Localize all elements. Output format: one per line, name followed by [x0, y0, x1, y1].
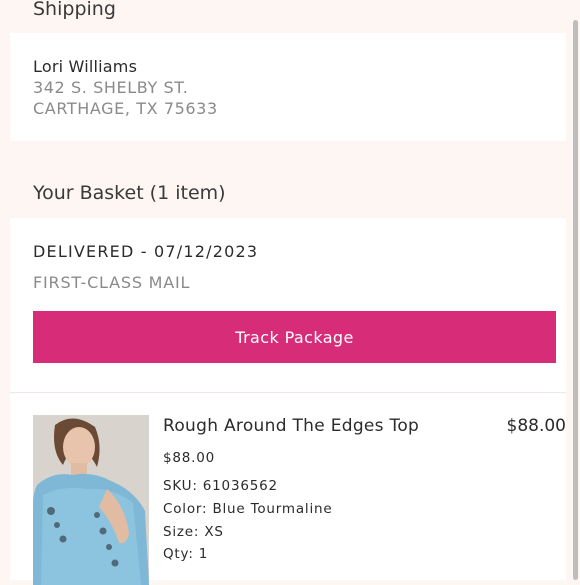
product-title[interactable]: Rough Around The Edges Top: [163, 416, 419, 436]
product-card: Rough Around The Edges Top $88.00 $88.00…: [10, 393, 566, 585]
shipping-section-header: Shipping: [10, 0, 566, 32]
recipient-name: Lori Williams: [33, 57, 138, 76]
address-line-1: 342 S. SHELBY ST.: [33, 78, 189, 97]
basket-title: Your Basket (1 item): [33, 182, 226, 204]
product-unit-price: $88.00: [163, 450, 216, 466]
product-size: Size: XS: [163, 524, 224, 540]
shipment-status-card: DELIVERED - 07/12/2023 FIRST-CLASS MAIL …: [10, 218, 566, 392]
shipping-address-card: Lori Williams 342 S. SHELBY ST. CARTHAGE…: [10, 33, 566, 141]
product-quantity: Qty: 1: [163, 546, 209, 562]
shipping-method: FIRST-CLASS MAIL: [33, 273, 191, 292]
delivery-status: DELIVERED - 07/12/2023: [33, 242, 259, 261]
track-package-button[interactable]: Track Package: [33, 311, 556, 363]
shipping-title: Shipping: [33, 0, 116, 20]
product-color: Color: Blue Tourmaline: [163, 501, 333, 517]
page-scrollbar[interactable]: [573, 20, 578, 580]
product-image[interactable]: [33, 415, 149, 585]
product-line-total: $88.00: [506, 416, 566, 436]
basket-section-header: Your Basket (1 item): [10, 142, 566, 217]
product-photo-illustration: [33, 415, 149, 585]
address-line-2: CARTHAGE, TX 75633: [33, 99, 218, 118]
product-sku: SKU: 61036562: [163, 478, 278, 494]
